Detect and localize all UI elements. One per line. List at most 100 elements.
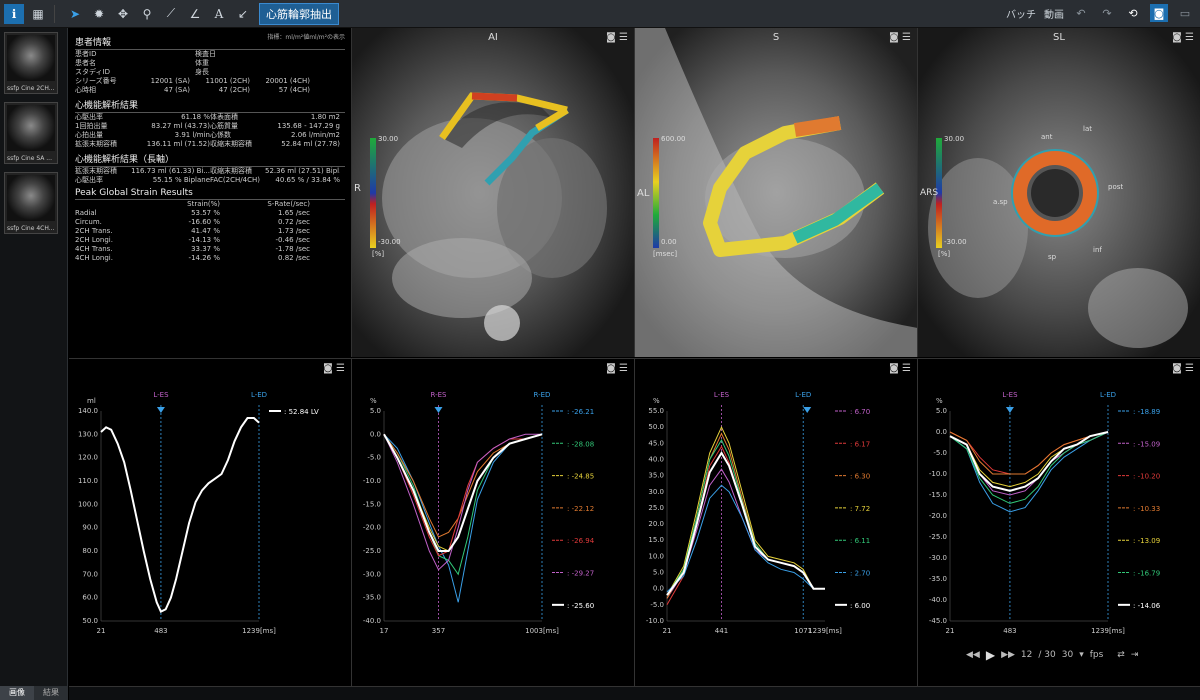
y-tick-label: 55.0 [648, 407, 664, 415]
frame-cursor-icon[interactable] [156, 407, 165, 413]
strain-cell: Strain(%) [187, 200, 220, 208]
arrow-annotation-icon[interactable]: ↙ [233, 4, 253, 24]
viewport-sl[interactable]: SL ◙ ☰ ARS 30.00 -30.00 [%] ant lat post… [918, 28, 1200, 357]
viewport-title: S [772, 32, 780, 43]
menu-icon[interactable]: ☰ [336, 363, 345, 374]
y-tick-label: 5.0 [936, 407, 947, 415]
segment-label-inf: inf [1093, 246, 1102, 254]
strain-chart-2: % 55.0 50.0 45.0 40.0 35.0 30.0 25.0 20.0 15.0 10.… [646, 391, 870, 635]
measure-icon[interactable]: ⟋ [161, 4, 181, 24]
legend-label: : 7.72 [850, 505, 870, 513]
play-icon[interactable]: ▶ [986, 648, 995, 662]
y-tick-label: -40.0 [363, 617, 381, 625]
next-frame-icon[interactable]: ▶▶ [1001, 650, 1015, 660]
series-line [383, 433, 543, 603]
y-tick-label: 90.0 [82, 524, 98, 532]
graph-panel-strain-2ch[interactable]: ◙ ☰ % 55.0 50.0 45.0 40.0 35.0 30.0 25.0 20.0 15.… [635, 358, 918, 686]
menu-icon[interactable]: ☰ [1185, 32, 1194, 43]
viewport-ai[interactable]: AI ◙ ☰ R 30.00 -30.00 [%] [352, 28, 635, 357]
info-row: 1回拍出量 83.27 ml (43.73) 心筋質量 135.68 - 147.29… [75, 122, 345, 131]
strain-cell: 4CH Trans. [75, 245, 113, 253]
viewport-s[interactable]: S ◙ ☰ AL 600.00 0.00 [msec] [635, 28, 918, 357]
info-cell: 52.84 ml (27.78) [281, 140, 340, 148]
info-cell [255, 50, 315, 59]
thumbnail-4ch[interactable]: ssfp Cine 4CH... [4, 172, 58, 234]
scale-top: 600.00 [661, 135, 686, 143]
menu-icon[interactable]: ☰ [619, 363, 628, 374]
undo-icon[interactable]: ↶ [1072, 4, 1090, 22]
info-row: 患者ID 検査日 [75, 50, 345, 59]
camera-icon[interactable]: ◙ [606, 363, 616, 374]
menu-icon[interactable]: ☰ [619, 32, 628, 43]
reset-icon[interactable]: ⟲ [1124, 4, 1142, 22]
camera-icon[interactable]: ◙ [1150, 4, 1168, 22]
pointer-icon[interactable]: ➤ [65, 4, 85, 24]
camera-icon[interactable]: ◙ [323, 363, 333, 374]
segment-label-asp: a.sp [993, 198, 1008, 206]
frame-cursor-icon[interactable] [434, 407, 443, 413]
patient-info-panel: 指標：ml/m²値ml/m²の表示 患者情報 患者ID 検査日 患者名 体重 スタディI… [69, 28, 352, 357]
menu-icon[interactable]: ☰ [902, 32, 911, 43]
redo-icon[interactable]: ↷ [1098, 4, 1116, 22]
loop-icon[interactable]: ⇄ [1117, 650, 1125, 660]
export-icon[interactable]: ⇥ [1131, 650, 1139, 660]
text-annotation-icon[interactable]: A [209, 4, 229, 24]
fps-value[interactable]: 30 [1062, 650, 1073, 660]
strain-cell: -1.78 /sec [275, 245, 311, 253]
camera-icon[interactable]: ◙ [606, 32, 616, 43]
info-row: 心拍出量 3.91 l/min 心係数 2.06 l/min/m2 [75, 131, 345, 140]
y-tick-label: 5.0 [653, 569, 664, 577]
camera-icon[interactable]: ◙ [1172, 363, 1182, 374]
playback-controls: ◀◀ ▶ ▶▶ 12 / 30 30 ▾ fps ⇄ ⇥ [966, 648, 1138, 662]
window-icon[interactable]: ▭ [1176, 4, 1194, 22]
y-tick-label: 110.0 [78, 477, 98, 485]
info-cell: 47 (2CH) [218, 86, 250, 94]
movie-button[interactable]: 動画 [1044, 6, 1064, 21]
scale-axis-label: ARS [920, 188, 939, 198]
camera-icon[interactable]: ◙ [1172, 32, 1182, 43]
batch-button[interactable]: バッチ [1006, 6, 1036, 21]
legend-label: : -26.21 [567, 408, 594, 416]
angle-icon[interactable]: ∠ [185, 4, 205, 24]
y-tick-label: -35.0 [363, 594, 381, 602]
mode-label[interactable]: 心筋輪郭抽出 [259, 2, 339, 25]
thumbnail-2ch[interactable]: ssfp Cine 2CH... [4, 32, 58, 94]
info-cell: 55.15 % Biplane [152, 176, 210, 184]
legend-label: : 6.00 [850, 602, 870, 610]
prev-frame-icon[interactable]: ◀◀ [966, 650, 980, 660]
patient-rows: 患者ID 検査日 患者名 体重 スタディID 身長 シリーズ番号 12001 (SA) 1100… [75, 50, 345, 95]
graph-panel-strain-sa[interactable]: ◙ ☰ % 5.0 0.0 -5.0 -10.0 -15.0 -20.0 -25.0 -30.0… [918, 358, 1200, 686]
zoom-icon[interactable]: ⚲ [137, 4, 157, 24]
y-tick-label: -10.0 [646, 617, 664, 625]
menu-icon[interactable]: ☰ [902, 363, 911, 374]
info-cell: 1回拍出量 [75, 122, 108, 130]
frame-cursor-icon[interactable] [1005, 407, 1014, 413]
fps-dropdown-icon[interactable]: ▾ [1079, 650, 1084, 660]
frame-cursor-icon[interactable] [803, 407, 812, 413]
info-icon[interactable]: ℹ [4, 3, 24, 24]
strain-cell: Radial [75, 209, 97, 217]
camera-icon[interactable]: ◙ [889, 32, 899, 43]
brightness-icon[interactable]: ✹ [89, 4, 109, 24]
legend-label: : 6.30 [850, 473, 870, 481]
move-icon[interactable]: ✥ [113, 4, 133, 24]
strain-cell: 41.47 % [191, 227, 220, 235]
strain-cell: -14.13 % [188, 236, 220, 244]
scale-unit: [%] [938, 250, 951, 258]
y-tick-label: -30.0 [929, 554, 947, 562]
graph-panel-strain-4ch[interactable]: ◙ ☰ % 5.0 0.0 -5.0 -10.0 -15.0 -20.0 -25.0 -30.0… [352, 358, 635, 686]
tab-results[interactable]: 結果 [34, 686, 68, 700]
scale-unit: [%] [372, 250, 385, 258]
camera-icon[interactable]: ◙ [889, 363, 899, 374]
y-axis-unit: ml [87, 397, 96, 405]
thumbnail-sa[interactable]: ssfp Cine SA ... [4, 102, 58, 164]
tab-images[interactable]: 画像 [0, 686, 34, 700]
info-cell: 検査日 [195, 50, 216, 58]
strain-cell: 53.57 % [191, 209, 220, 217]
info-cell: 収縮末期容積 [210, 167, 252, 175]
layout-grid-icon[interactable]: ▦ [28, 4, 48, 24]
menu-icon[interactable]: ☰ [1185, 363, 1194, 374]
graph-panel-volume[interactable]: ◙ ☰ ml 140.0 130.0 120.0 110.0 100.0 90.0 80.0 7… [69, 358, 352, 686]
segment-label-lat: lat [1083, 125, 1092, 133]
series-line [666, 468, 825, 599]
